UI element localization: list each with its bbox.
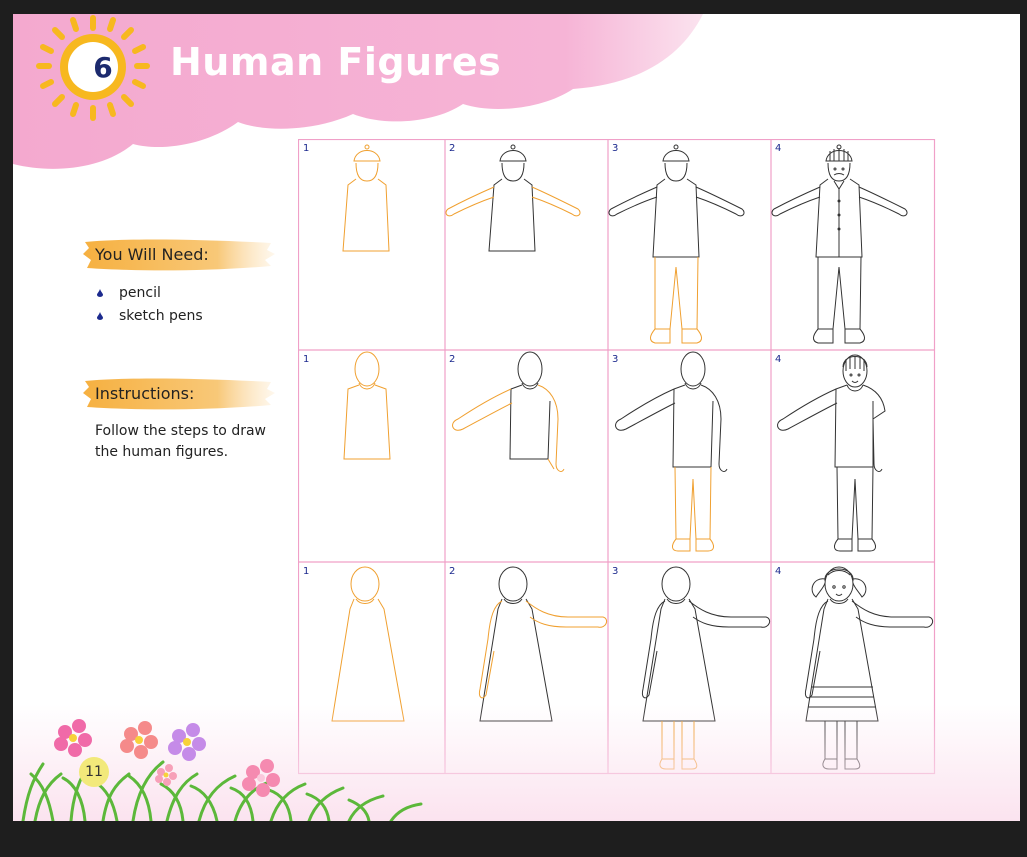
step-drawing-boy-3 (615, 351, 728, 552)
flower-icon (54, 719, 92, 757)
step-number: 1 (303, 566, 309, 577)
step-drawing-boy-2 (452, 351, 565, 472)
step-number: 2 (449, 354, 455, 365)
step-drawing-girl-2 (479, 566, 608, 722)
chapter-number: 6 (93, 51, 113, 84)
list-item: sketch pens (95, 305, 203, 328)
step-drawing-man-3 (608, 144, 745, 344)
instructions-text: Follow the steps to draw the human figur… (95, 423, 266, 460)
flowers-grass-decoration (21, 719, 423, 821)
step-number: 3 (612, 143, 618, 154)
steps-grid: 1 2 3 4 1 2 3 4 1 2 3 4 (298, 139, 936, 775)
step-drawing-girl-1 (331, 566, 405, 722)
step-drawing-boy-4 (777, 354, 886, 552)
step-number: 1 (303, 143, 309, 154)
instructions-heading: Instructions: (95, 384, 195, 403)
you-will-need-heading: You Will Need: (95, 245, 209, 264)
step-number: 4 (775, 354, 781, 365)
step-drawing-man-1 (342, 144, 390, 252)
step-number: 4 (775, 143, 781, 154)
workbook-page: 6 Human Figures You Will Need: pencil sk… (13, 14, 1020, 821)
step-drawing-boy-1 (343, 351, 391, 460)
materials-list: pencil sketch pens (95, 282, 203, 328)
step-drawing-man-4 (771, 144, 908, 344)
material-label: sketch pens (119, 308, 203, 324)
step-number: 2 (449, 143, 455, 154)
step-number: 4 (775, 566, 781, 577)
material-label: pencil (119, 285, 161, 301)
step-number: 3 (612, 566, 618, 577)
step-drawing-man-2 (445, 144, 581, 252)
step-number: 1 (303, 354, 309, 365)
step-number: 3 (612, 354, 618, 365)
drop-bullet-icon (97, 289, 103, 297)
viewer-bottom-bar (0, 821, 1027, 857)
page-title: Human Figures (170, 40, 502, 84)
page-number: 11 (79, 757, 109, 787)
step-number: 2 (449, 566, 455, 577)
drop-bullet-icon (97, 312, 103, 320)
flower-icon (120, 721, 158, 759)
list-item: pencil (95, 282, 203, 305)
flower-icon (168, 723, 206, 761)
